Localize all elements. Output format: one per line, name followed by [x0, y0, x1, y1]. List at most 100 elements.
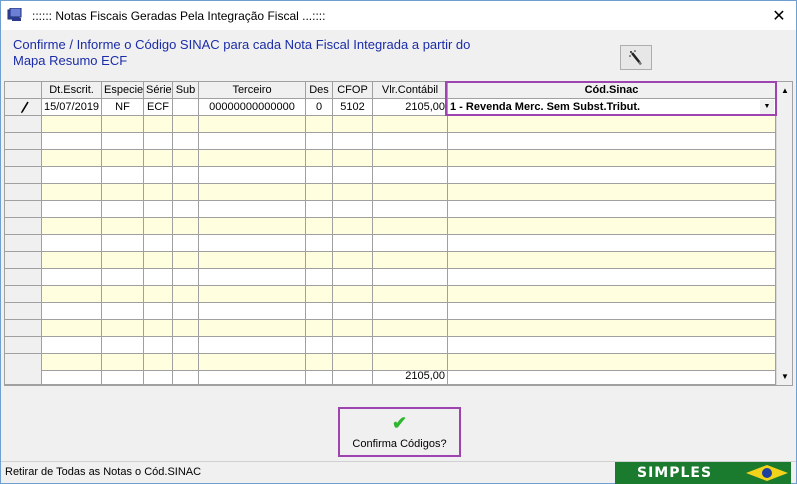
table-cell[interactable]: [173, 337, 199, 354]
table-cell[interactable]: [306, 235, 333, 252]
table-cell[interactable]: [42, 201, 102, 218]
table-cell[interactable]: [373, 337, 448, 354]
table-cell[interactable]: [333, 235, 373, 252]
table-cell[interactable]: [144, 269, 173, 286]
table-cell[interactable]: [448, 269, 776, 286]
table-cell[interactable]: [306, 150, 333, 167]
table-cell[interactable]: [102, 218, 144, 235]
table-cell[interactable]: [173, 201, 199, 218]
cell-dt-escrit[interactable]: 15/07/2019: [42, 99, 102, 116]
notas-grid[interactable]: Dt.Escrit. Especie Série Sub Terceiro De…: [4, 81, 793, 386]
table-cell[interactable]: [199, 235, 306, 252]
table-cell[interactable]: [306, 116, 333, 133]
table-cell[interactable]: [144, 150, 173, 167]
cell-serie[interactable]: ECF: [144, 99, 173, 116]
table-cell[interactable]: [373, 235, 448, 252]
table-cell[interactable]: [42, 303, 102, 320]
table-cell[interactable]: [306, 252, 333, 269]
table-cell[interactable]: [448, 184, 776, 201]
table-row[interactable]: [5, 337, 776, 354]
table-cell[interactable]: [102, 116, 144, 133]
table-cell[interactable]: [448, 235, 776, 252]
table-cell[interactable]: [144, 116, 173, 133]
table-cell[interactable]: [199, 269, 306, 286]
table-cell[interactable]: [199, 167, 306, 184]
table-cell[interactable]: [373, 218, 448, 235]
table-cell[interactable]: [199, 286, 306, 303]
table-cell[interactable]: [333, 150, 373, 167]
table-row[interactable]: [5, 320, 776, 337]
table-cell[interactable]: [373, 116, 448, 133]
table-cell[interactable]: [199, 303, 306, 320]
table-cell[interactable]: [102, 184, 144, 201]
cell-terceiro[interactable]: 00000000000000: [199, 99, 306, 116]
table-cell[interactable]: [144, 218, 173, 235]
table-cell[interactable]: [448, 320, 776, 337]
table-cell[interactable]: [144, 167, 173, 184]
table-cell[interactable]: [144, 320, 173, 337]
table-cell[interactable]: [333, 303, 373, 320]
table-cell[interactable]: [373, 269, 448, 286]
table-row[interactable]: [5, 218, 776, 235]
table-cell[interactable]: [373, 286, 448, 303]
table-cell[interactable]: [306, 286, 333, 303]
column-header-terceiro[interactable]: Terceiro: [199, 82, 306, 99]
table-cell[interactable]: [144, 303, 173, 320]
table-cell[interactable]: [306, 201, 333, 218]
table-cell[interactable]: [102, 201, 144, 218]
table-cell[interactable]: [333, 218, 373, 235]
table-cell[interactable]: [102, 269, 144, 286]
table-cell[interactable]: [144, 201, 173, 218]
table-cell[interactable]: [199, 201, 306, 218]
cod-sinac-select[interactable]: 1 - Revenda Merc. Sem Subst.Tribut. ▼: [448, 99, 776, 116]
table-cell[interactable]: [199, 337, 306, 354]
table-cell[interactable]: [306, 337, 333, 354]
table-cell[interactable]: [102, 337, 144, 354]
table-cell[interactable]: [199, 133, 306, 150]
table-cell[interactable]: [199, 218, 306, 235]
table-cell[interactable]: [333, 116, 373, 133]
table-cell[interactable]: [199, 252, 306, 269]
table-cell[interactable]: [448, 303, 776, 320]
column-header-cod-sinac[interactable]: Cód.Sinac: [448, 82, 776, 99]
table-row[interactable]: [5, 184, 776, 201]
cell-sub[interactable]: [173, 99, 199, 116]
table-cell[interactable]: [102, 303, 144, 320]
table-cell[interactable]: [448, 337, 776, 354]
table-cell[interactable]: [333, 133, 373, 150]
table-row[interactable]: [5, 303, 776, 320]
table-cell[interactable]: [333, 201, 373, 218]
table-cell[interactable]: [102, 150, 144, 167]
table-cell[interactable]: [42, 337, 102, 354]
confirm-codes-button[interactable]: ✔ Confirma Códigos?: [338, 407, 461, 457]
table-cell[interactable]: [42, 320, 102, 337]
table-cell[interactable]: [173, 150, 199, 167]
table-cell[interactable]: [306, 269, 333, 286]
table-cell[interactable]: [373, 133, 448, 150]
table-cell[interactable]: [306, 167, 333, 184]
table-cell[interactable]: [144, 133, 173, 150]
table-cell[interactable]: [333, 167, 373, 184]
table-cell[interactable]: [373, 184, 448, 201]
column-header-cfop[interactable]: CFOP: [333, 82, 373, 99]
table-cell[interactable]: [42, 218, 102, 235]
table-cell[interactable]: [42, 184, 102, 201]
table-cell[interactable]: [448, 133, 776, 150]
table-cell[interactable]: [144, 235, 173, 252]
table-cell[interactable]: [42, 133, 102, 150]
table-row[interactable]: [5, 150, 776, 167]
table-cell[interactable]: [333, 269, 373, 286]
table-cell[interactable]: [102, 167, 144, 184]
table-cell[interactable]: [42, 252, 102, 269]
table-cell[interactable]: [144, 286, 173, 303]
table-cell[interactable]: [102, 235, 144, 252]
column-header-serie[interactable]: Série: [144, 82, 173, 99]
table-cell[interactable]: [373, 252, 448, 269]
table-cell[interactable]: [144, 252, 173, 269]
table-cell[interactable]: [173, 235, 199, 252]
table-cell[interactable]: [199, 184, 306, 201]
table-cell[interactable]: [373, 167, 448, 184]
table-cell[interactable]: [306, 184, 333, 201]
table-cell[interactable]: [199, 116, 306, 133]
table-cell[interactable]: [173, 286, 199, 303]
